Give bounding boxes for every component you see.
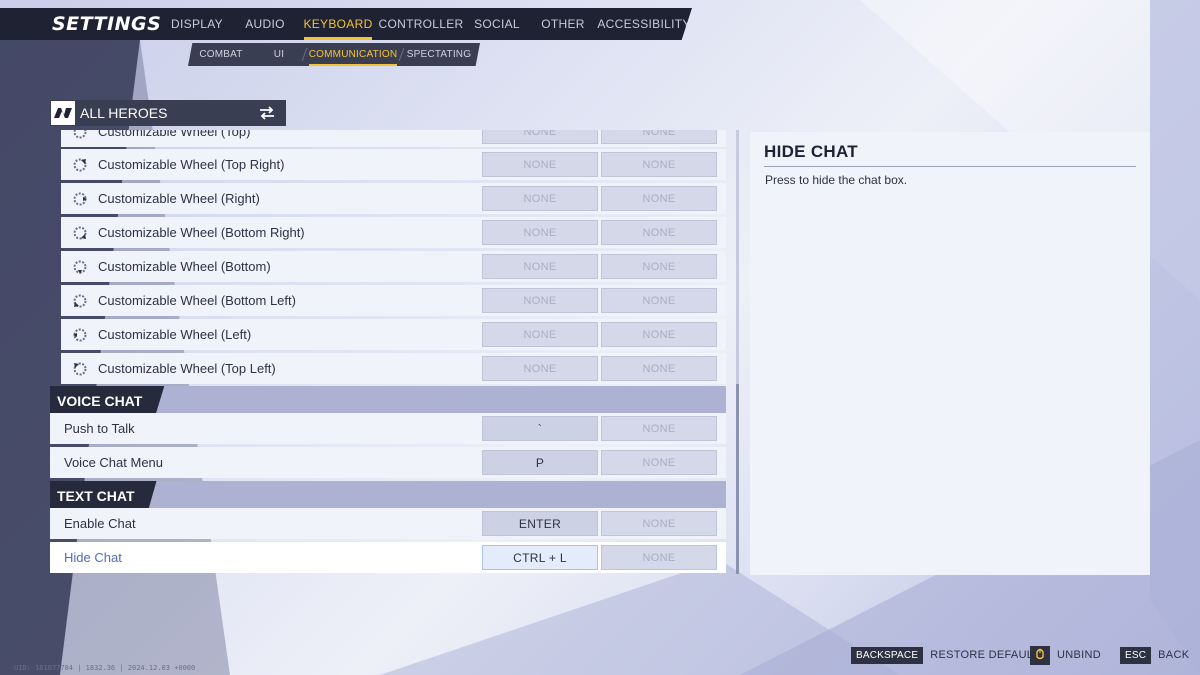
tab-keyboard[interactable]: KEYBOARD	[298, 8, 378, 40]
secondary-key-slot[interactable]: NONE	[601, 322, 717, 347]
secondary-key-slot[interactable]: NONE	[601, 220, 717, 245]
wheel-top-right-icon	[71, 156, 89, 174]
secondary-key-slot[interactable]: NONE	[601, 450, 717, 475]
tab-audio[interactable]: AUDIO	[232, 8, 298, 40]
unbind-button[interactable]: UNBIND	[1030, 645, 1101, 665]
section-text-chat: TEXT CHAT	[50, 481, 726, 511]
detail-panel: HIDE CHAT Press to hide the chat box.	[750, 132, 1150, 575]
detail-description: Press to hide the chat box.	[765, 173, 908, 187]
tab-other[interactable]: OTHER	[530, 8, 596, 40]
secondary-key-slot[interactable]: NONE	[601, 545, 717, 570]
wheel-top-icon	[71, 130, 89, 141]
backspace-key-hint: BACKSPACE	[851, 646, 924, 664]
secondary-key-slot[interactable]: NONE	[601, 254, 717, 279]
wheel-bottom-icon	[71, 258, 89, 276]
list-item[interactable]: Enable Chat ENTER NONE	[50, 508, 726, 539]
wheel-bottom-right-icon	[71, 224, 89, 242]
section-header: VOICE CHAT	[50, 386, 165, 416]
subtab-spectating[interactable]: SPECTATING	[402, 43, 476, 66]
section-voice-chat: VOICE CHAT	[50, 386, 726, 416]
keybinding-list: Customizable Wheel (Top) NONE NONE Custo…	[50, 130, 726, 574]
primary-key-slot[interactable]: NONE	[482, 322, 598, 347]
secondary-key-slot[interactable]: NONE	[601, 130, 717, 144]
subtab-communication[interactable]: COMMUNICATION	[305, 43, 401, 66]
list-item[interactable]: Push to Talk ` NONE	[50, 413, 726, 444]
list-item[interactable]: Customizable Wheel (Top Right) NONE NONE	[61, 149, 726, 180]
secondary-key-slot[interactable]: NONE	[601, 356, 717, 381]
subtab-ui[interactable]: UI	[254, 43, 304, 66]
primary-key-slot[interactable]: NONE	[482, 356, 598, 381]
hero-selector-label: ALL HEROES	[80, 105, 168, 121]
esc-key-hint: ESC	[1120, 646, 1152, 664]
primary-key-slot[interactable]: ENTER	[482, 511, 598, 536]
tab-display[interactable]: DISPLAY	[162, 8, 232, 40]
secondary-key-slot[interactable]: NONE	[601, 288, 717, 313]
hero-selector[interactable]: ALL HEROES	[50, 100, 286, 126]
swap-arrows-icon[interactable]	[258, 104, 276, 122]
primary-key-slot[interactable]: NONE	[482, 220, 598, 245]
main-tabs: DISPLAY AUDIO KEYBOARD CONTROLLER SOCIAL…	[162, 8, 692, 40]
restore-defaults-button[interactable]: BACKSPACE RESTORE DEFAULTS	[851, 645, 1047, 665]
primary-key-slot[interactable]: NONE	[482, 254, 598, 279]
primary-key-slot[interactable]: NONE	[482, 152, 598, 177]
unbind-label: UNBIND	[1057, 649, 1101, 661]
section-header: TEXT CHAT	[50, 481, 157, 511]
detail-title: HIDE CHAT	[764, 142, 858, 161]
list-item[interactable]: Customizable Wheel (Left) NONE NONE	[61, 319, 726, 350]
list-item[interactable]: Customizable Wheel (Top Left) NONE NONE	[61, 353, 726, 384]
sub-tabs: COMBAT UI COMMUNICATION SPECTATING	[188, 43, 480, 66]
list-item[interactable]: Customizable Wheel (Top) NONE NONE	[61, 130, 726, 147]
top-nav-bar: SETTINGS DISPLAY AUDIO KEYBOARD CONTROLL…	[0, 8, 692, 40]
wheel-bottom-left-icon	[71, 292, 89, 310]
wheel-right-icon	[71, 190, 89, 208]
primary-key-slot[interactable]: NONE	[482, 130, 598, 144]
page-title: SETTINGS	[52, 13, 162, 35]
secondary-key-slot[interactable]: NONE	[601, 416, 717, 441]
subtab-combat[interactable]: COMBAT	[188, 43, 254, 66]
list-item[interactable]: Voice Chat Menu P NONE	[50, 447, 726, 478]
secondary-key-slot[interactable]: NONE	[601, 511, 717, 536]
uid-info: UID: 181077784 | 1832.36 | 2024.12.03 +0…	[14, 664, 196, 672]
primary-key-slot[interactable]: NONE	[482, 186, 598, 211]
list-item-selected[interactable]: Hide Chat CTRL + L NONE	[50, 542, 726, 573]
back-button[interactable]: ESC BACK	[1120, 645, 1189, 665]
back-label: BACK	[1158, 649, 1190, 661]
list-scrollbar-thumb[interactable]	[736, 384, 739, 574]
primary-key-slot[interactable]: NONE	[482, 288, 598, 313]
game-logo-icon	[51, 101, 75, 125]
secondary-key-slot[interactable]: NONE	[601, 186, 717, 211]
tab-controller[interactable]: CONTROLLER	[378, 8, 464, 40]
primary-key-slot[interactable]: `	[482, 416, 598, 441]
detail-divider	[764, 166, 1136, 167]
list-item[interactable]: Customizable Wheel (Bottom) NONE NONE	[61, 251, 726, 282]
wheel-left-icon	[71, 326, 89, 344]
secondary-key-slot[interactable]: NONE	[601, 152, 717, 177]
tab-accessibility[interactable]: ACCESSIBILITY	[596, 8, 692, 40]
list-item[interactable]: Customizable Wheel (Bottom Right) NONE N…	[61, 217, 726, 248]
tab-social[interactable]: SOCIAL	[464, 8, 530, 40]
list-item[interactable]: Customizable Wheel (Right) NONE NONE	[61, 183, 726, 214]
primary-key-slot[interactable]: CTRL + L	[482, 545, 598, 570]
wheel-top-left-icon	[71, 360, 89, 378]
primary-key-slot[interactable]: P	[482, 450, 598, 475]
list-item[interactable]: Customizable Wheel (Bottom Left) NONE NO…	[61, 285, 726, 316]
mouse-icon	[1030, 645, 1050, 665]
